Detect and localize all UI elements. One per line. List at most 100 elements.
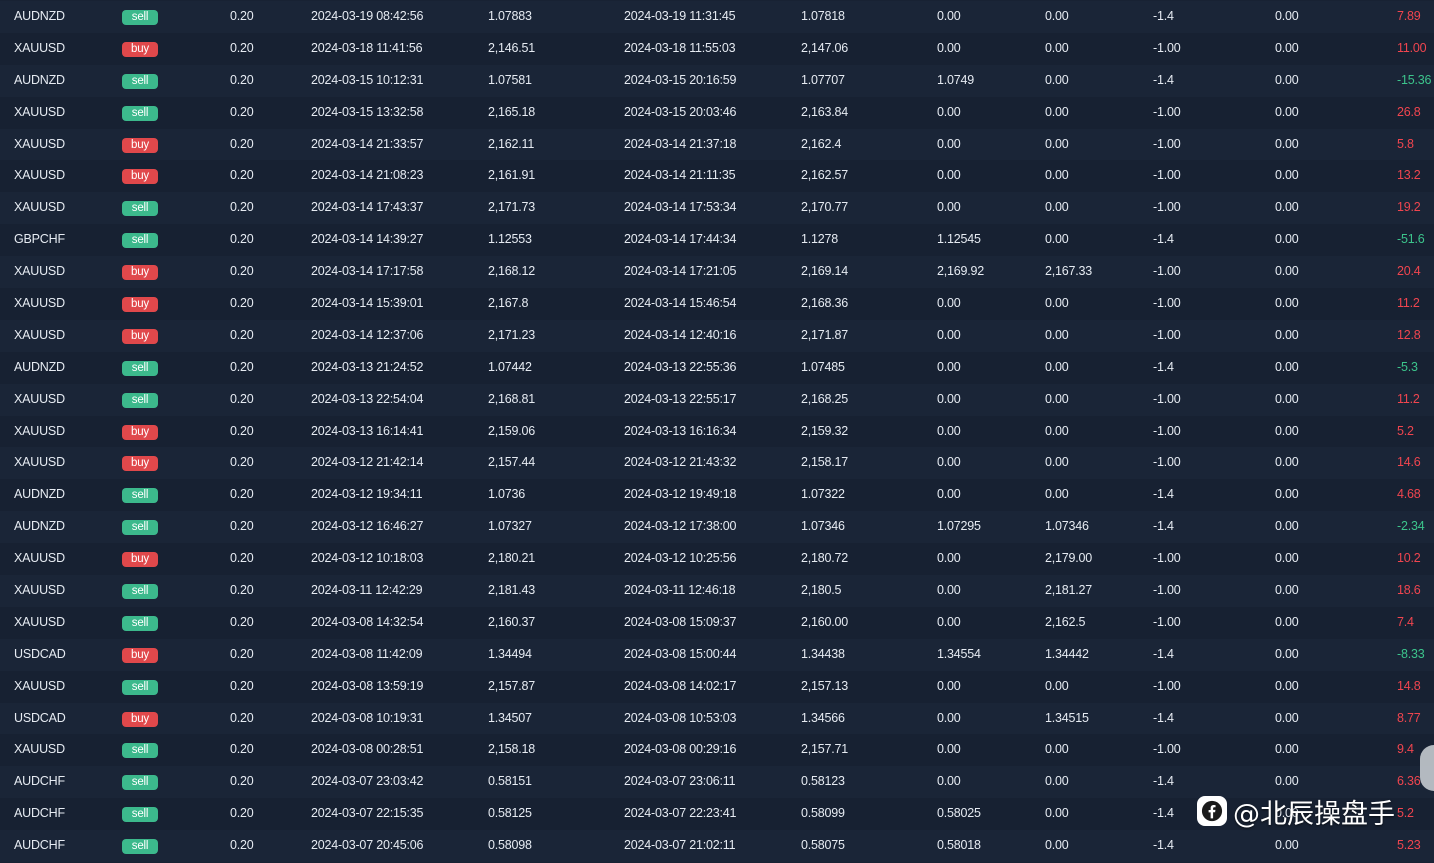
take-profit-cell: 0.00 [1045,391,1069,406]
stop-loss-cell: 0.00 [937,391,961,406]
take-profit-cell: 2,167.33 [1045,264,1093,279]
profit-cell: -5.3 [1397,359,1418,374]
open-time-cell: 2024-03-07 20:45:06 [311,838,424,853]
table-row[interactable]: XAUUSD buy 0.20 2024-03-14 21:08:23 2,161.91… [0,160,1434,193]
table-row[interactable]: XAUUSD buy 0.20 2024-03-14 17:17:58 2,168.12… [0,256,1434,289]
table-row[interactable]: USDCAD buy 0.20 2024-03-08 11:42:09 1.34494 2… [0,638,1434,671]
commission-cell: 0.00 [1275,9,1299,23]
floating-handle[interactable] [1420,745,1434,791]
open-time-cell: 2024-03-13 16:14:41 [311,423,424,438]
side-badge: sell [122,201,158,217]
commission-cell: 0.00 [1275,232,1299,247]
profit-cell: 9.4 [1397,742,1414,757]
close-time-cell: 2024-03-19 11:31:45 [624,9,736,23]
table-row[interactable]: XAUUSD buy 0.20 2024-03-14 15:39:01 2,167.8 2… [0,288,1434,320]
profit-cell: 19.2 [1397,200,1421,215]
open-time-cell: 2024-03-14 14:39:27 [311,232,424,247]
table-row[interactable]: XAUUSD sell 0.20 2024-03-08 13:59:19 2,157.8… [0,670,1434,703]
stop-loss-cell: 0.00 [937,455,961,470]
side-badge: buy [122,297,158,313]
open-time-cell: 2024-03-12 10:18:03 [311,551,424,566]
table-row[interactable]: XAUUSD sell 0.20 2024-03-11 12:42:29 2,181.4… [0,575,1434,607]
close-time-cell: 2024-03-11 12:46:18 [624,583,736,598]
close-price-cell: 2,160.00 [801,614,849,629]
lot-cell: 0.20 [230,168,254,183]
open-time-cell: 2024-03-13 22:54:04 [311,391,424,406]
table-row[interactable]: XAUUSD buy 0.20 2024-03-18 11:41:56 2,146.51… [0,32,1434,65]
swap-cell: -1.00 [1153,168,1181,183]
stop-loss-cell: 0.00 [937,104,961,119]
table-row[interactable]: AUDNZD sell 0.20 2024-03-12 19:34:11 1.0736 2… [0,479,1434,512]
table-row[interactable]: XAUUSD buy 0.20 2024-03-14 12:37:06 2,171.23… [0,319,1434,352]
swap-cell: -1.00 [1153,583,1181,598]
table-row[interactable]: XAUUSD buy 0.20 2024-03-12 21:42:14 2,157.44… [0,447,1434,480]
table-row[interactable]: AUDNZD sell 0.20 2024-03-12 16:46:27 1.07327… [0,511,1434,544]
close-price-cell: 2,168.25 [801,391,849,406]
symbol-cell: XAUUSD [14,391,65,406]
open-price-cell: 2,167.8 [488,296,529,311]
watermark: @北辰操盘手 [1197,794,1395,830]
table-row[interactable]: USDCAD buy 0.20 2024-03-08 10:19:31 1.34507 2… [0,702,1434,735]
open-time-cell: 2024-03-13 21:24:52 [311,359,424,374]
side-badge: buy [122,169,158,185]
commission-cell: 0.00 [1275,678,1299,693]
take-profit-cell: 0.00 [1045,455,1069,470]
commission-cell: 0.00 [1275,391,1299,406]
table-row[interactable]: XAUUSD buy 0.20 2024-03-14 21:33:57 2,162.11… [0,128,1434,161]
stop-loss-cell: 0.00 [937,423,961,438]
take-profit-cell: 0.00 [1045,200,1069,215]
table-row[interactable]: AUDNZD sell 0.20 2024-03-19 08:42:56 1.07883… [0,1,1434,33]
open-time-cell: 2024-03-18 11:41:56 [311,40,423,55]
take-profit-cell: 0.00 [1045,232,1069,247]
open-price-cell: 2,161.91 [488,168,536,183]
commission-cell: 0.00 [1275,327,1299,342]
stop-loss-cell: 1.34554 [937,646,981,661]
table-row[interactable]: XAUUSD buy 0.20 2024-03-13 16:14:41 2,159.06… [0,415,1434,448]
stop-loss-cell: 1.0749 [937,72,975,87]
close-price-cell: 1.1278 [801,232,839,247]
take-profit-cell: 1.07346 [1045,519,1089,534]
close-price-cell: 2,157.13 [801,678,849,693]
commission-cell: 0.00 [1275,838,1299,853]
open-time-cell: 2024-03-14 17:43:37 [311,200,424,215]
table-row[interactable]: AUDNZD sell 0.20 2024-03-15 10:12:31 1.07581… [0,64,1434,97]
swap-cell: -1.00 [1153,200,1181,215]
table-row[interactable]: XAUUSD sell 0.20 2024-03-08 14:32:54 2,160.3… [0,606,1434,639]
side-badge: buy [122,647,158,663]
side-badge: sell [122,360,158,376]
open-price-cell: 2,165.18 [488,104,536,119]
side-badge: sell [122,584,158,600]
profit-cell: -8.33 [1397,646,1425,661]
stop-loss-cell: 0.00 [937,774,961,789]
table-row[interactable]: AUDNZD sell 0.20 2024-03-13 21:24:52 1.07442… [0,351,1434,384]
close-time-cell: 2024-03-18 11:55:03 [624,40,736,55]
symbol-cell: XAUUSD [14,327,65,342]
table-row[interactable]: GBPCHF sell 0.20 2024-03-14 14:39:27 1.12553… [0,224,1434,257]
table-row[interactable]: AUDCHF sell 0.20 2024-03-07 20:45:06 0.58098… [0,830,1434,863]
lot-cell: 0.20 [230,806,254,821]
commission-cell: 0.00 [1275,200,1299,215]
close-time-cell: 2024-03-12 10:25:56 [624,551,737,566]
table-row[interactable]: XAUUSD sell 0.20 2024-03-08 00:28:51 2,158.1… [0,734,1434,767]
table-row[interactable]: XAUUSD sell 0.20 2024-03-15 13:32:58 2,165.1… [0,96,1434,129]
profit-cell: -15.36 [1397,72,1432,87]
table-row[interactable]: XAUUSD sell 0.20 2024-03-13 22:54:04 2,168.8… [0,383,1434,416]
lot-cell: 0.20 [230,391,254,406]
close-time-cell: 2024-03-12 21:43:32 [624,455,737,470]
commission-cell: 0.00 [1275,519,1299,534]
take-profit-cell: 0.00 [1045,136,1069,151]
close-time-cell: 2024-03-14 21:37:18 [624,136,737,151]
swap-cell: -1.00 [1153,678,1181,693]
symbol-cell: AUDNZD [14,72,65,87]
table-row[interactable]: XAUUSD buy 0.20 2024-03-12 10:18:03 2,180.21… [0,543,1434,576]
symbol-cell: AUDCHF [14,806,65,821]
swap-cell: -1.00 [1153,551,1181,566]
open-time-cell: 2024-03-15 13:32:58 [311,104,424,119]
stop-loss-cell: 2,169.92 [937,264,985,279]
open-price-cell: 2,168.81 [488,391,536,406]
table-row[interactable]: XAUUSD sell 0.20 2024-03-14 17:43:37 2,171.7… [0,192,1434,225]
close-time-cell: 2024-03-15 20:03:46 [624,104,737,119]
take-profit-cell: 0.00 [1045,742,1069,757]
close-price-cell: 2,169.14 [801,264,849,279]
swap-cell: -1.4 [1153,519,1174,534]
